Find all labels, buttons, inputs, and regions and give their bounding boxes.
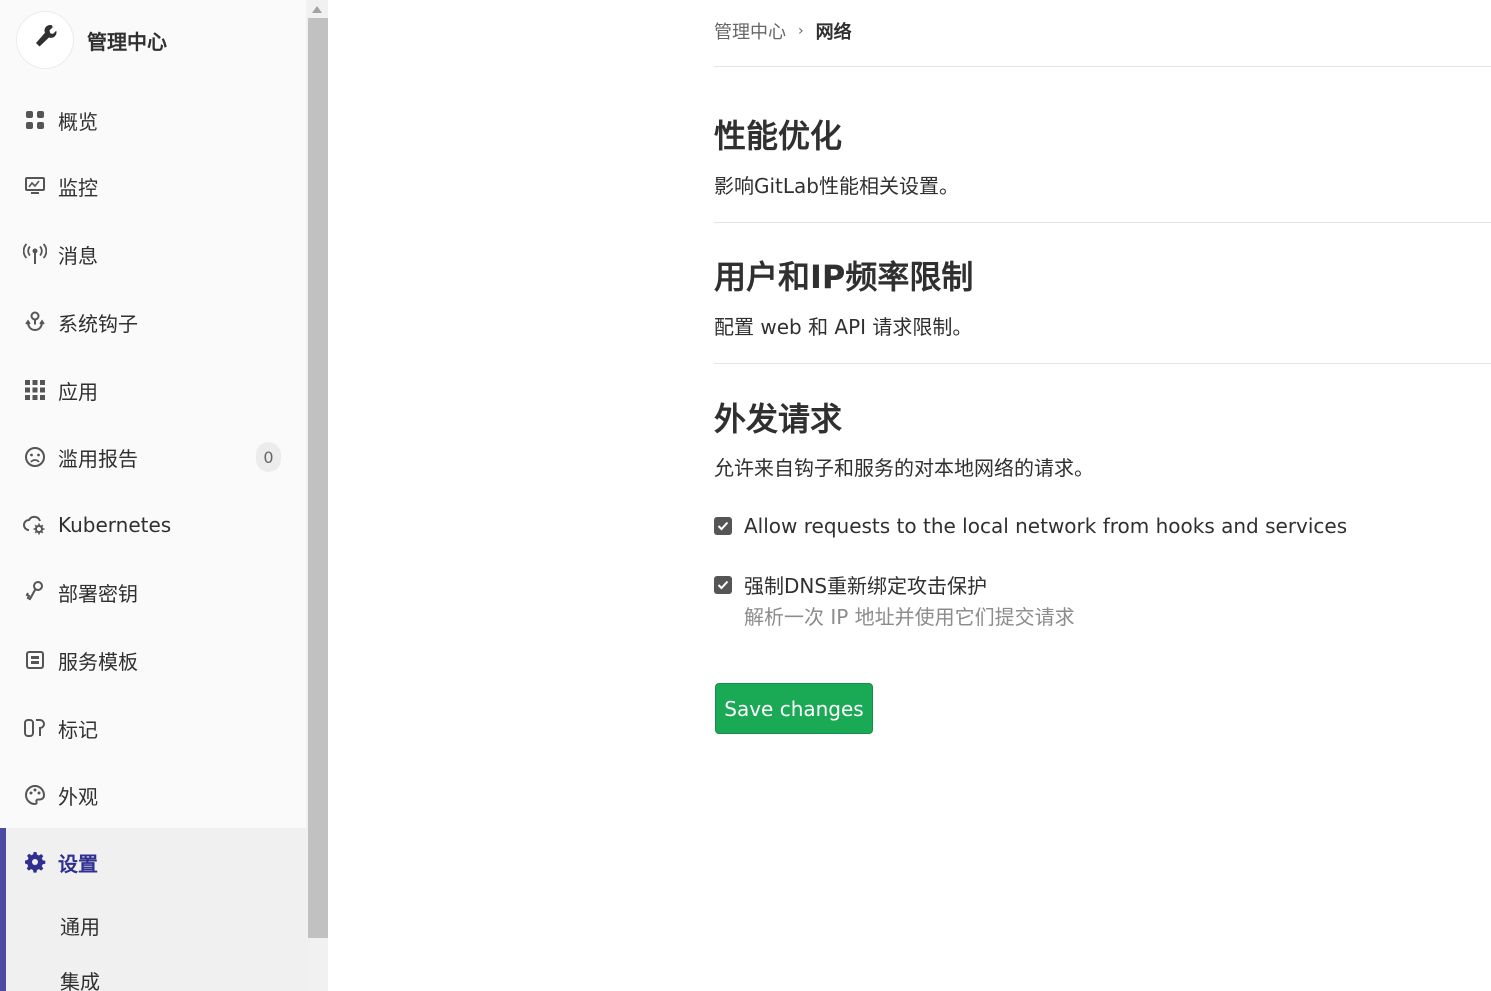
dns-rebind-protection-row[interactable]: 强制DNS重新绑定攻击保护 — [714, 570, 987, 599]
sidebar-item-overview[interactable]: 概览 — [0, 92, 306, 148]
sidebar-item-settings[interactable]: 设置 — [0, 834, 306, 890]
sidebar-item-labels[interactable]: 标记 — [0, 700, 306, 756]
sidebar-item-service-templates[interactable]: 服务模板 — [0, 632, 306, 688]
sidebar-item-appearance[interactable]: 外观 — [0, 767, 306, 823]
dns-rebind-protection-checkbox[interactable] — [714, 575, 732, 594]
scroll-up-arrow-icon[interactable] — [306, 0, 328, 18]
chevron-right-icon: › — [798, 23, 804, 39]
sidebar-item-label: 部署密钥 — [58, 581, 138, 606]
cloud-gear-icon — [23, 513, 47, 537]
apps-grid-icon — [23, 378, 47, 402]
section-title-outbound[interactable]: 外发请求 — [714, 394, 842, 440]
sidebar-subitem-general[interactable]: 通用 — [60, 911, 100, 940]
key-icon — [23, 580, 47, 604]
frown-face-icon — [23, 445, 47, 469]
allow-local-requests-checkbox[interactable] — [714, 517, 732, 535]
sidebar-scrollbar[interactable] — [306, 0, 328, 991]
wrench-icon — [32, 23, 58, 57]
allow-local-requests-row[interactable]: Allow requests to the local network from… — [714, 514, 1347, 538]
sidebar-item-label: 设置 — [58, 851, 98, 876]
sidebar-item-messages[interactable]: 消息 — [0, 226, 306, 282]
breadcrumb-current: 网络 — [815, 22, 852, 43]
sidebar-subitem-integrations[interactable]: 集成 — [60, 966, 100, 991]
monitor-icon — [23, 174, 47, 198]
breadcrumb: 管理中心 › 网络 — [714, 18, 852, 44]
admin-avatar[interactable] — [17, 12, 73, 68]
header-divider — [714, 66, 1491, 67]
dns-rebind-protection-label[interactable]: 强制DNS重新绑定攻击保护 — [744, 570, 987, 599]
section-title-performance[interactable]: 性能优化 — [714, 111, 842, 157]
sidebar: 管理中心 概览 监控 消息 系统钩子 应用 滥用报告 0 Kubernetes … — [0, 0, 306, 991]
sidebar-header[interactable]: 管理中心 — [0, 0, 306, 80]
sidebar-item-label: 服务模板 — [58, 649, 138, 674]
broadcast-icon — [23, 242, 47, 266]
overview-grid-icon — [23, 108, 47, 132]
allow-local-requests-label[interactable]: Allow requests to the local network from… — [744, 514, 1347, 538]
sidebar-item-kubernetes[interactable]: Kubernetes — [0, 497, 306, 553]
save-changes-button[interactable]: Save changes — [715, 683, 873, 734]
gear-icon — [23, 850, 47, 874]
section-divider — [714, 363, 1491, 364]
sidebar-item-label: 监控 — [58, 175, 98, 200]
sidebar-item-system-hooks[interactable]: 系统钩子 — [0, 294, 306, 350]
dns-rebind-help-text: 解析一次 IP 地址并使用它们提交请求 — [744, 605, 1075, 629]
palette-icon — [23, 783, 47, 807]
sidebar-item-monitoring[interactable]: 监控 — [0, 158, 306, 214]
sidebar-item-label: 应用 — [58, 379, 98, 404]
labels-icon — [23, 716, 47, 740]
sidebar-item-label: 外观 — [58, 784, 98, 809]
scrollbar-thumb[interactable] — [308, 18, 328, 938]
main-content: 管理中心 › 网络 性能优化 影响GitLab性能相关设置。 用户和IP频率限制… — [328, 0, 1491, 991]
sidebar-item-label: 标记 — [58, 717, 98, 742]
section-desc-performance: 影响GitLab性能相关设置。 — [714, 174, 959, 198]
sidebar-item-applications[interactable]: 应用 — [0, 362, 306, 418]
breadcrumb-parent-link[interactable]: 管理中心 — [714, 18, 786, 44]
sidebar-item-label: 消息 — [58, 243, 98, 268]
section-desc-outbound: 允许来自钩子和服务的对本地网络的请求。 — [714, 456, 1094, 480]
sidebar-item-label: 滥用报告 — [58, 446, 138, 471]
sidebar-item-label: 概览 — [58, 109, 98, 134]
sidebar-item-abuse-reports[interactable]: 滥用报告 0 — [0, 429, 306, 485]
sidebar-item-label: Kubernetes — [58, 513, 172, 537]
sidebar-item-deploy-keys[interactable]: 部署密钥 — [0, 564, 306, 620]
section-desc-rate-limits: 配置 web 和 API 请求限制。 — [714, 315, 973, 339]
sidebar-item-label: 系统钩子 — [58, 311, 138, 336]
abuse-count-badge: 0 — [256, 442, 281, 472]
hook-icon — [23, 310, 47, 334]
section-title-rate-limits[interactable]: 用户和IP频率限制 — [714, 252, 973, 298]
sidebar-title: 管理中心 — [87, 30, 167, 54]
template-icon — [23, 648, 47, 672]
section-divider — [714, 222, 1491, 223]
